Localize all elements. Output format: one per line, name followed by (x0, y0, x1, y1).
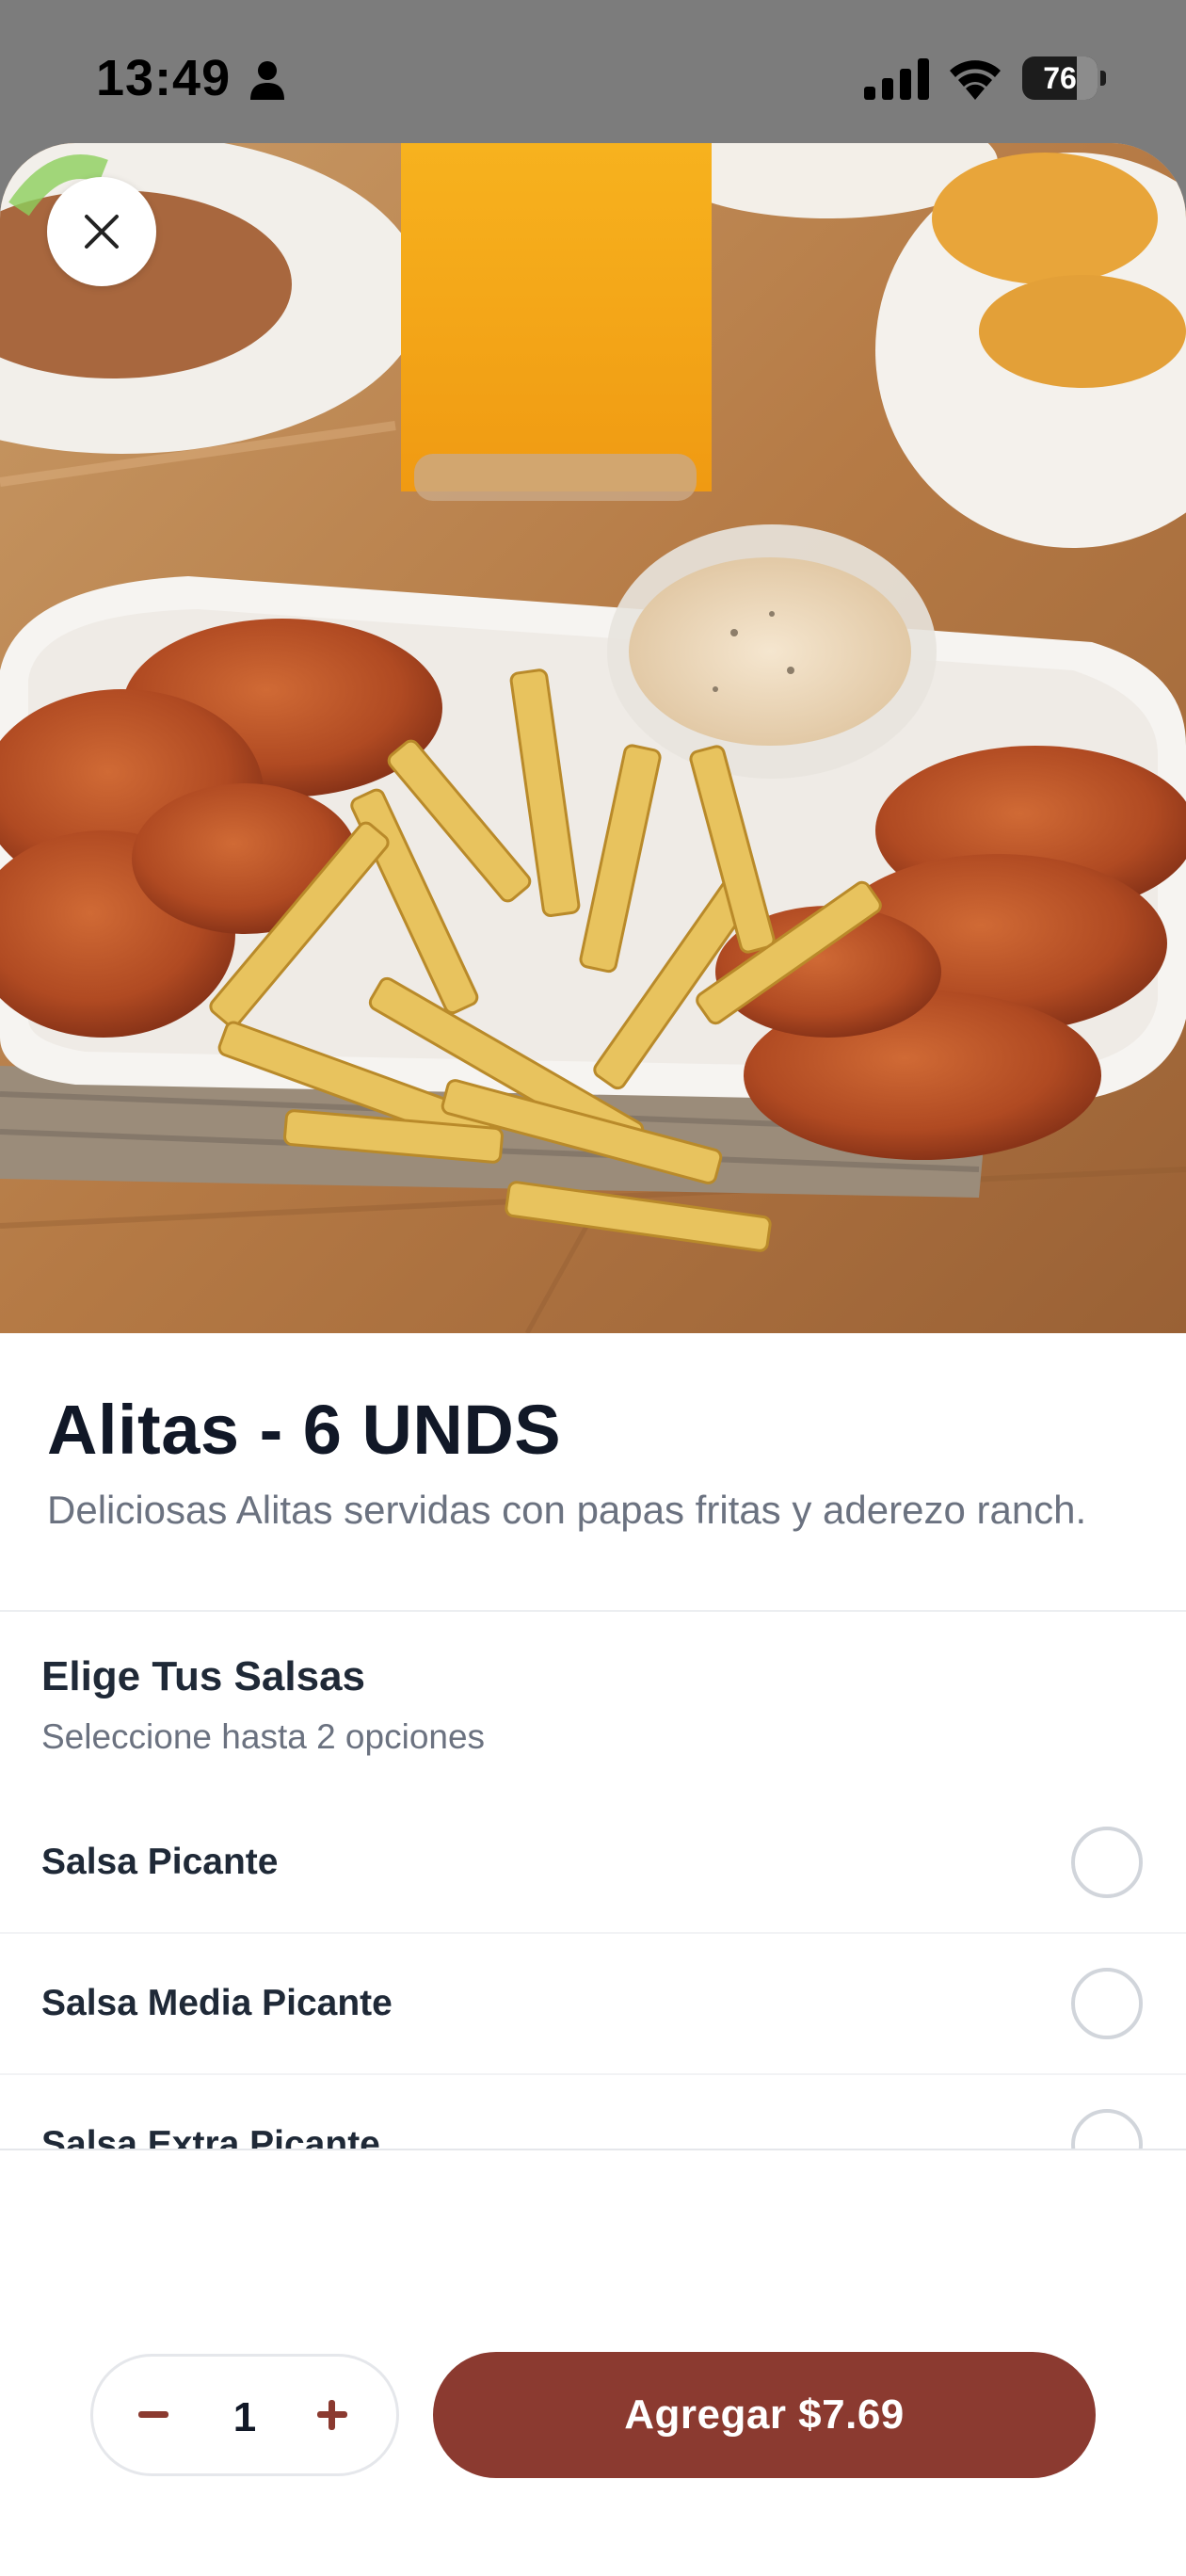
increase-quantity-button[interactable] (313, 2394, 351, 2436)
option-salsa-media-picante[interactable]: Salsa Media Picante (0, 1934, 1186, 2075)
sauces-section-title: Elige Tus Salsas (41, 1653, 366, 1699)
battery-icon: 76 (1022, 56, 1107, 100)
add-to-cart-button[interactable]: Agregar $7.69 (433, 2352, 1096, 2478)
close-icon (85, 215, 119, 249)
product-title: Alitas - 6 UNDS (47, 1391, 562, 1469)
quantity-stepper[interactable]: 1 (90, 2354, 399, 2476)
option-radio[interactable] (1071, 1968, 1143, 2039)
status-bar: 13:49 76 (0, 0, 1186, 143)
battery-level-text: 76 (1043, 61, 1077, 95)
option-label: Salsa Picante (41, 1842, 279, 1882)
product-image (0, 143, 1186, 1333)
wifi-icon (950, 60, 1001, 100)
option-radio[interactable] (1071, 1827, 1143, 1898)
signal-icon (864, 58, 929, 100)
option-label: Salsa Media Picante (41, 1983, 393, 2023)
product-sheet: Alitas - 6 UNDS Deliciosas Alitas servid… (0, 143, 1186, 2576)
person-icon (250, 61, 284, 100)
option-salsa-picante[interactable]: Salsa Picante (0, 1793, 1186, 1934)
sauces-section-subtitle: Seleccione hasta 2 opciones (41, 1717, 486, 1756)
divider (0, 1610, 1186, 1612)
close-button[interactable] (47, 177, 156, 286)
status-time: 13:49 (96, 50, 232, 106)
product-description: Deliciosas Alitas servidas con papas fri… (47, 1488, 1087, 1532)
